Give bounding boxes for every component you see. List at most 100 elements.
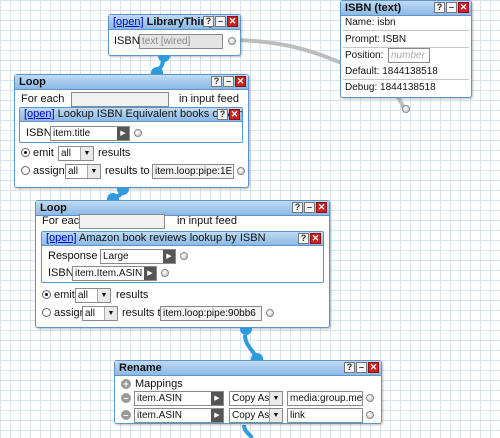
loop1-emit-label: emit [33,147,54,159]
name-field[interactable]: Name: isbn [343,16,469,31]
isbn-text-title: ISBN (text) [345,2,402,14]
prompt-field[interactable]: Prompt: ISBN [343,33,469,48]
help-icon[interactable]: ? [434,2,445,13]
minimize-icon[interactable]: – [446,2,457,13]
loop2-input-terminal[interactable] [107,193,119,200]
isbn-text-module[interactable]: ISBN (text) ? – ✕ Name: isbn Prompt: ISB… [340,0,472,113]
mapping-target-field[interactable]: media:group.media [287,391,363,406]
mapping-field-select[interactable]: item.ASIN [134,408,224,423]
help-icon[interactable]: ? [211,76,222,87]
loop2-emit-select[interactable]: all [75,288,111,303]
position-field[interactable]: number [388,48,430,63]
loop1-assign-radio[interactable] [21,166,30,175]
loop2-assign-terminal[interactable] [266,309,274,317]
loop2-output-terminal[interactable] [240,328,252,335]
remove-mapping-icon[interactable]: – [121,393,131,403]
librarything-isbn-terminal[interactable] [228,37,236,45]
help-icon[interactable]: ? [344,362,355,373]
loop2-drop-zone[interactable] [79,214,165,229]
mapping-field-select[interactable]: item.ASIN [134,391,224,406]
loop1-assign-target-field[interactable]: item.loop:pipe:1E1G: [152,164,234,179]
loop1-in-feed-label: in input feed [179,93,239,105]
rename-module[interactable]: Rename ? – ✕ + Mappings – item.ASIN Copy… [114,353,382,424]
librarything-module[interactable]: [open] LibraryThing I$ ? – ✕ ISBN text [… [108,14,241,62]
loop2-assign-select[interactable]: all [82,306,118,321]
loop1-titlebar[interactable]: Loop ? – ✕ [15,75,248,90]
loop2-emit-label: emit [54,289,75,301]
isbn-text-output-terminal[interactable] [402,105,410,113]
librarything-isbn-field[interactable]: text [wired] [139,34,223,49]
close-icon[interactable]: ✕ [310,233,321,244]
minimize-icon[interactable]: – [223,76,234,87]
close-icon[interactable]: ✕ [368,362,379,373]
loop2-sub-open-link[interactable]: [open] [46,232,77,244]
rename-titlebar[interactable]: Rename ? – ✕ [115,361,381,376]
loop1-sub-open-link[interactable]: [open] [24,108,55,120]
help-icon[interactable]: ? [292,202,303,213]
prompt-label: Prompt: [345,34,381,45]
close-icon[interactable]: ✕ [316,202,327,213]
mapping-op-select[interactable]: Copy As [229,391,283,406]
loop1-output-terminal[interactable] [117,188,129,195]
librarything-output-terminal[interactable] [158,55,170,62]
rename-input-terminal[interactable] [251,353,263,360]
loop2-isbn-terminal[interactable] [161,269,169,277]
close-icon[interactable]: ✕ [229,109,240,120]
mapping-target-terminal[interactable] [366,411,374,419]
minimize-icon[interactable]: – [356,362,367,373]
isbn-text-titlebar[interactable]: ISBN (text) ? – ✕ [341,1,471,16]
loop2-sub-titlebar[interactable]: [open] Amazon book reviews lookup by ISB… [42,232,323,246]
loop2-response-label: Response [48,250,98,262]
loop1-assign-terminal[interactable] [237,167,245,175]
prompt-value: ISBN [382,34,407,45]
loop1-input-terminal[interactable] [151,67,163,74]
loop1-assign-label: assign [33,165,65,177]
name-value: isbn [377,17,396,28]
loop2-submodule[interactable]: [open] Amazon book reviews lookup by ISB… [41,231,324,283]
minimize-icon[interactable]: – [215,16,226,27]
loop1-drop-zone[interactable] [71,92,169,107]
loop2-results-label: results [116,289,149,301]
debug-value: 1844138518 [380,82,436,93]
loop-module-2[interactable]: Loop ? – ✕ For each in input feed [open]… [35,193,330,335]
default-field[interactable]: Default: 1844138518 [343,65,469,80]
loop2-response-select[interactable]: Large [100,249,176,264]
loop1-sub-titlebar[interactable]: [open] Lookup ISBN Equivalent books on A… [20,108,242,122]
loop2-in-feed-label: in input feed [177,215,237,227]
loop2-assign-target-field[interactable]: item.loop:pipe:90bb6 [160,306,262,321]
remove-mapping-icon[interactable]: – [121,410,131,420]
loop1-isbn-terminal[interactable] [134,129,142,137]
minimize-icon[interactable]: – [304,202,315,213]
debug-field[interactable]: Debug: 1844138518 [343,81,469,96]
loop2-response-terminal[interactable] [180,252,188,260]
loop1-emit-radio[interactable] [21,148,30,157]
loop2-emit-radio[interactable] [42,290,51,299]
loop1-results-to-label: results to [105,165,150,177]
help-icon[interactable]: ? [203,16,214,27]
close-icon[interactable]: ✕ [458,2,469,13]
loop1-assign-select[interactable]: all [65,164,101,179]
loop2-assign-radio[interactable] [42,308,51,317]
loop1-emit-select[interactable]: all [58,146,94,161]
default-value: 1844138518 [382,66,438,77]
mapping-target-terminal[interactable] [366,394,374,402]
mapping-target-field[interactable]: link [287,408,363,423]
mapping-op-select[interactable]: Copy As [229,408,283,423]
loop1-isbn-select[interactable]: item.title [50,126,130,141]
name-label: Name: [345,17,375,28]
help-icon[interactable]: ? [217,109,228,120]
loop2-isbn-label: ISBN [48,267,74,279]
loop-module-1[interactable]: Loop ? – ✕ For each in input feed [open]… [14,67,249,195]
librarything-titlebar[interactable]: [open] LibraryThing I$ ? – ✕ [109,15,240,30]
debug-label: Debug: [345,82,378,93]
help-icon[interactable]: ? [298,233,309,244]
loop1-submodule[interactable]: [open] Lookup ISBN Equivalent books on A… [19,107,243,143]
close-icon[interactable]: ✕ [235,76,246,87]
close-icon[interactable]: ✕ [227,16,238,27]
default-label: Default: [345,66,380,77]
loop2-sub-title: Amazon book reviews lookup by ISBN [79,232,266,244]
librarything-open-link[interactable]: [open] [113,16,144,28]
loop2-isbn-select[interactable]: item.Item.ASIN [72,266,157,281]
add-mapping-icon[interactable]: + [121,379,131,389]
position-label: Position: [345,50,384,61]
